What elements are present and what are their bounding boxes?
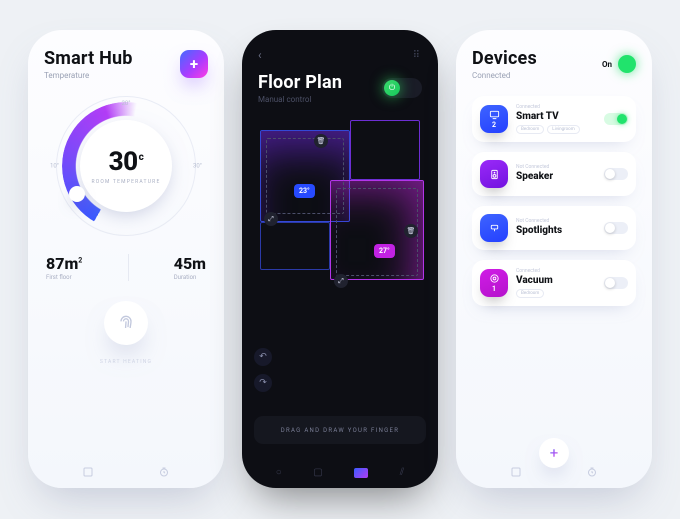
stat-duration: 45m Duration xyxy=(174,254,206,281)
duration-label: Duration xyxy=(174,274,206,281)
fingerprint-button[interactable] xyxy=(104,301,148,345)
device-status: Not Connected xyxy=(516,218,596,224)
device-row[interactable]: Not Connected Speaker xyxy=(472,152,636,196)
device-status: Connected xyxy=(516,268,596,274)
device-toggle[interactable] xyxy=(604,113,628,125)
page-title: Devices xyxy=(472,48,537,69)
device-name: Speaker xyxy=(516,171,596,182)
dial-readout: 30c ROOM TEMPERATURE xyxy=(80,120,172,212)
nav-clock-icon[interactable] xyxy=(158,466,170,478)
page-subtitle: Temperature xyxy=(44,71,133,80)
hint-text: DRAG AND DRAW YOUR FINGER xyxy=(254,416,426,444)
device-icon: 1 xyxy=(480,269,508,297)
redo-button[interactable]: ↷ xyxy=(254,374,272,392)
device-row[interactable]: 2 Connected Smart TV BedroomLivingroom xyxy=(472,96,636,142)
power-icon: ⏻ xyxy=(384,80,400,96)
tick-20: 20° xyxy=(122,100,131,107)
add-device-button[interactable]: + xyxy=(539,438,569,468)
room-4[interactable] xyxy=(260,222,330,270)
dial-handle[interactable] xyxy=(69,186,85,202)
smarthub-screen: Smart Hub Temperature + 20° 10° 30° 30c … xyxy=(28,30,224,488)
room-delete-icon[interactable]: 🗑 xyxy=(314,134,328,148)
nav-home-icon[interactable] xyxy=(510,466,522,478)
device-toggle[interactable] xyxy=(604,277,628,289)
bottom-nav xyxy=(28,466,224,478)
nav-clock-icon[interactable] xyxy=(586,466,598,478)
device-row[interactable]: 1 Connected Vacuum Bedroom xyxy=(472,260,636,306)
resize-handle-icon[interactable]: ⤢ xyxy=(334,274,348,288)
nav-home-icon[interactable] xyxy=(82,466,94,478)
room2-temp-badge[interactable]: 27° xyxy=(374,244,395,258)
device-name: Vacuum xyxy=(516,275,596,286)
start-heating-label: START HEATING xyxy=(44,359,208,365)
device-status: Not Connected xyxy=(516,164,596,170)
bottom-nav: + xyxy=(456,466,652,478)
room-2[interactable] xyxy=(350,120,420,180)
stat-divider xyxy=(128,254,129,281)
device-name: Spotlights xyxy=(516,225,596,236)
device-list: 2 Connected Smart TV BedroomLivingroom N… xyxy=(472,96,636,470)
room-delete-icon[interactable]: 🗑 xyxy=(404,224,418,238)
device-tag: Bedroom xyxy=(516,125,544,134)
area-value: 87m xyxy=(46,254,78,273)
device-tag: Livingroom xyxy=(547,125,579,134)
page-title: Floor Plan xyxy=(258,72,342,93)
on-indicator-icon xyxy=(618,55,636,73)
temperature-dial[interactable]: 20° 10° 30° 30c ROOM TEMPERATURE xyxy=(62,102,190,230)
drag-handle-icon[interactable]: ⠿ xyxy=(413,50,422,61)
temp-label: ROOM TEMPERATURE xyxy=(91,179,160,185)
duration-value: 45m xyxy=(174,254,206,273)
device-icon: 2 xyxy=(480,105,508,133)
zone-selection-1[interactable] xyxy=(266,138,344,214)
stat-area: 87m2 First floor xyxy=(46,254,82,281)
temp-unit: c xyxy=(139,152,144,163)
global-power-toggle[interactable]: On xyxy=(602,55,636,73)
room1-temp-badge[interactable]: 23° xyxy=(294,184,315,198)
device-icon xyxy=(480,214,508,242)
device-icon xyxy=(480,160,508,188)
device-count: 1 xyxy=(492,285,496,293)
tick-10: 10° xyxy=(50,163,59,170)
bottom-nav: ○ ▢ ⫽ xyxy=(242,467,438,478)
device-name: Smart TV xyxy=(516,111,596,122)
undo-button[interactable]: ↶ xyxy=(254,348,272,366)
device-tag: Bedroom xyxy=(516,289,544,298)
page-subtitle: Manual control xyxy=(258,95,342,104)
power-toggle[interactable]: ⏻ xyxy=(382,78,422,98)
add-button[interactable]: + xyxy=(180,50,208,78)
area-sup: 2 xyxy=(78,257,82,265)
nav-circle-icon[interactable]: ○ xyxy=(276,467,282,478)
back-button[interactable]: ‹ xyxy=(258,48,262,62)
plus-icon: + xyxy=(550,444,559,462)
device-toggle[interactable] xyxy=(604,168,628,180)
nav-floorplan-icon[interactable] xyxy=(354,468,368,478)
device-count: 2 xyxy=(492,121,496,129)
temp-value: 30 xyxy=(109,147,138,177)
floorplan-screen: ‹ ⠿ Floor Plan Manual control ⏻ 23° 27° … xyxy=(242,30,438,488)
devices-screen: Devices Connected On 2 Connected Smart T… xyxy=(456,30,652,488)
tick-30: 30° xyxy=(193,163,202,170)
nav-pattern-icon[interactable]: ⫽ xyxy=(400,467,404,478)
fingerprint-icon xyxy=(116,313,136,333)
device-toggle[interactable] xyxy=(604,222,628,234)
device-status: Connected xyxy=(516,104,596,110)
resize-handle-icon[interactable]: ⤢ xyxy=(264,212,278,226)
page-subtitle: Connected xyxy=(472,71,537,80)
device-row[interactable]: Not Connected Spotlights xyxy=(472,206,636,250)
area-label: First floor xyxy=(46,274,82,281)
nav-square-icon[interactable]: ▢ xyxy=(313,467,322,478)
page-title: Smart Hub xyxy=(44,48,133,69)
on-label: On xyxy=(602,60,612,69)
